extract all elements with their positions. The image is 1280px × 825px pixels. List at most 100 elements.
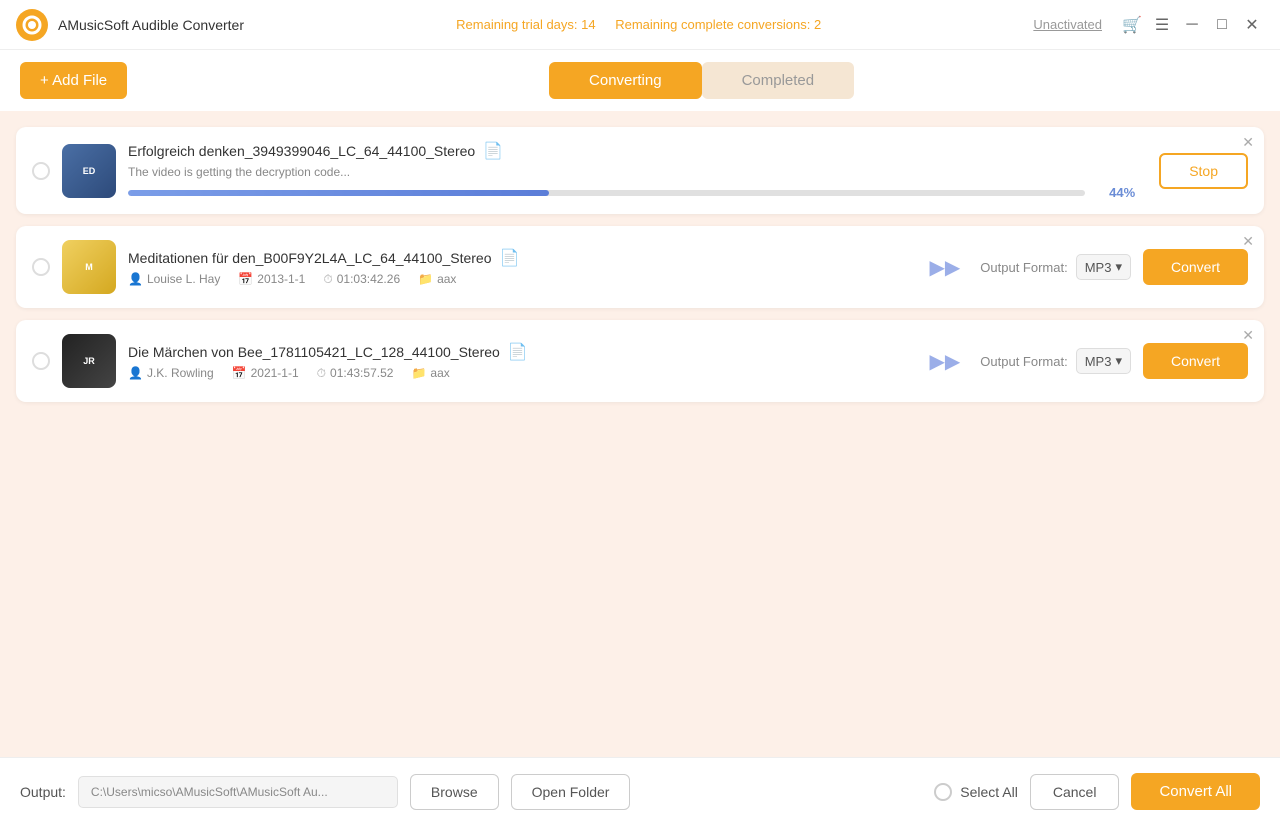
card-checkbox-3[interactable] xyxy=(32,352,50,370)
card-meta-2: 👤 Louise L. Hay 📅 2013-1-1 ⏱ 01:03:42.26… xyxy=(128,272,898,287)
output-label: Output: xyxy=(20,784,66,800)
trial-conversions: Remaining complete conversions: 2 xyxy=(615,17,821,32)
format-label-2: aax xyxy=(437,272,456,286)
titlebar: AMusicSoft Audible Converter Remaining t… xyxy=(0,0,1280,50)
file-card-1: ✕ ED Erfolgreich denken_3949399046_LC_64… xyxy=(16,127,1264,214)
maximize-icon[interactable]: □ xyxy=(1210,13,1234,37)
card-right-2: ▶▶ Output Format: MP3 ▾ Convert xyxy=(910,249,1248,285)
card-meta-3: 👤 J.K. Rowling 📅 2021-1-1 ⏱ 01:43:57.52 … xyxy=(128,366,898,381)
card-title-row-2: Meditationen für den_B00F9Y2L4A_LC_64_44… xyxy=(128,248,898,268)
duration-label-2: 01:03:42.26 xyxy=(337,272,400,286)
card-title-row-3: Die Märchen von Bee_1781105421_LC_128_44… xyxy=(128,342,898,362)
card-top-3: JR Die Märchen von Bee_1781105421_LC_128… xyxy=(32,334,1248,388)
cancel-button[interactable]: Cancel xyxy=(1030,774,1120,810)
output-path: C:\Users\micso\AMusicSoft\AMusicSoft Au.… xyxy=(78,776,398,808)
card-right-3: ▶▶ Output Format: MP3 ▾ Convert xyxy=(910,343,1248,379)
toolbar: + Add File Converting Completed xyxy=(0,50,1280,111)
author-label-2: Louise L. Hay xyxy=(147,272,220,286)
output-format-label-2: Output Format: xyxy=(980,260,1067,275)
progress-row-1: 44% xyxy=(128,185,1135,200)
doc-icon-3: 📄 xyxy=(508,342,528,362)
thumb-text-2: M xyxy=(83,260,95,274)
date-icon-2: 📅 xyxy=(238,272,253,286)
add-file-button[interactable]: + Add File xyxy=(20,62,127,99)
select-all-radio[interactable] xyxy=(934,783,952,801)
tab-completed[interactable]: Completed xyxy=(702,62,855,99)
format-select-2[interactable]: MP3 ▾ xyxy=(1076,254,1131,280)
card-filename-3: Die Märchen von Bee_1781105421_LC_128_44… xyxy=(128,344,500,360)
cart-icon[interactable]: 🛒 xyxy=(1120,13,1144,37)
duration-icon-2: ⏱ xyxy=(323,272,332,287)
titlebar-controls: 🛒 ☰ ─ □ ✕ xyxy=(1120,13,1264,37)
duration-label-3: 01:43:57.52 xyxy=(330,366,393,380)
trial-info: Remaining trial days: 14 Remaining compl… xyxy=(254,17,1023,32)
card-top-2: M Meditationen für den_B00F9Y2L4A_LC_64_… xyxy=(32,240,1248,294)
arrow-icon-2: ▶▶ xyxy=(930,255,961,280)
close-icon[interactable]: ✕ xyxy=(1240,13,1264,37)
format-value-3: MP3 xyxy=(1085,354,1112,369)
main-content: ✕ ED Erfolgreich denken_3949399046_LC_64… xyxy=(0,111,1280,757)
open-folder-button[interactable]: Open Folder xyxy=(511,774,631,810)
doc-icon-1: 📄 xyxy=(483,141,503,161)
meta-duration-2: ⏱ 01:03:42.26 xyxy=(323,272,400,287)
output-format-label-3: Output Format: xyxy=(980,354,1067,369)
convert-button-3[interactable]: Convert xyxy=(1143,343,1248,379)
unactivated-link[interactable]: Unactivated xyxy=(1033,17,1102,32)
card-status-1: The video is getting the decryption code… xyxy=(128,165,1135,179)
trial-days: Remaining trial days: 14 xyxy=(456,17,595,32)
card-info-2: Meditationen für den_B00F9Y2L4A_LC_64_44… xyxy=(128,248,898,287)
date-label-2: 2013-1-1 xyxy=(257,272,305,286)
output-format-2: Output Format: MP3 ▾ xyxy=(980,254,1131,280)
meta-author-2: 👤 Louise L. Hay xyxy=(128,272,220,287)
meta-date-2: 📅 2013-1-1 xyxy=(238,272,305,287)
format-select-3[interactable]: MP3 ▾ xyxy=(1076,348,1131,374)
card-checkbox-2[interactable] xyxy=(32,258,50,276)
convert-button-2[interactable]: Convert xyxy=(1143,249,1248,285)
arrow-icon-3: ▶▶ xyxy=(930,349,961,374)
doc-icon-2: 📄 xyxy=(500,248,520,268)
card-title-row-1: Erfolgreich denken_3949399046_LC_64_4410… xyxy=(128,141,1135,161)
browse-button[interactable]: Browse xyxy=(410,774,499,810)
close-card-1[interactable]: ✕ xyxy=(1242,135,1254,149)
meta-author-3: 👤 J.K. Rowling xyxy=(128,366,214,381)
thumb-text-3: JR xyxy=(81,354,97,368)
card-top-1: ED Erfolgreich denken_3949399046_LC_64_4… xyxy=(32,141,1248,200)
author-label-3: J.K. Rowling xyxy=(147,366,214,380)
meta-duration-3: ⏱ 01:43:57.52 xyxy=(317,366,394,381)
card-info-3: Die Märchen von Bee_1781105421_LC_128_44… xyxy=(128,342,898,381)
meta-format-3: 📁 aax xyxy=(411,366,449,381)
progress-bar-bg-1 xyxy=(128,190,1085,196)
bottom-bar: Output: C:\Users\micso\AMusicSoft\AMusic… xyxy=(0,757,1280,825)
format-icon-2: 📁 xyxy=(418,272,433,286)
file-card-2: ✕ M Meditationen für den_B00F9Y2L4A_LC_6… xyxy=(16,226,1264,308)
card-thumb-1: ED xyxy=(62,144,116,198)
select-all-label[interactable]: Select All xyxy=(960,784,1018,800)
output-format-3: Output Format: MP3 ▾ xyxy=(980,348,1131,374)
card-checkbox-1[interactable] xyxy=(32,162,50,180)
author-icon-2: 👤 xyxy=(128,272,143,286)
progress-bar-fill-1 xyxy=(128,190,549,196)
close-card-2[interactable]: ✕ xyxy=(1242,234,1254,248)
format-dropdown-icon-3: ▾ xyxy=(1115,353,1122,369)
select-all-area: Select All xyxy=(934,783,1018,801)
card-info-1: Erfolgreich denken_3949399046_LC_64_4410… xyxy=(128,141,1135,200)
meta-date-3: 📅 2021-1-1 xyxy=(232,366,299,381)
tab-converting[interactable]: Converting xyxy=(549,62,702,99)
app-title: AMusicSoft Audible Converter xyxy=(58,17,244,33)
minimize-icon[interactable]: ─ xyxy=(1180,13,1204,37)
author-icon-3: 👤 xyxy=(128,366,143,380)
duration-icon-3: ⏱ xyxy=(317,366,326,381)
convert-all-button[interactable]: Convert All xyxy=(1131,773,1260,810)
progress-pct-1: 44% xyxy=(1095,185,1135,200)
meta-format-2: 📁 aax xyxy=(418,272,456,287)
card-filename-2: Meditationen für den_B00F9Y2L4A_LC_64_44… xyxy=(128,250,492,266)
stop-button-1[interactable]: Stop xyxy=(1159,153,1248,189)
card-thumb-2: M xyxy=(62,240,116,294)
app-logo xyxy=(16,9,48,41)
format-icon-3: 📁 xyxy=(411,366,426,380)
format-dropdown-icon-2: ▾ xyxy=(1115,259,1122,275)
date-label-3: 2021-1-1 xyxy=(251,366,299,380)
close-card-3[interactable]: ✕ xyxy=(1242,328,1254,342)
date-icon-3: 📅 xyxy=(232,366,247,380)
menu-icon[interactable]: ☰ xyxy=(1150,13,1174,37)
